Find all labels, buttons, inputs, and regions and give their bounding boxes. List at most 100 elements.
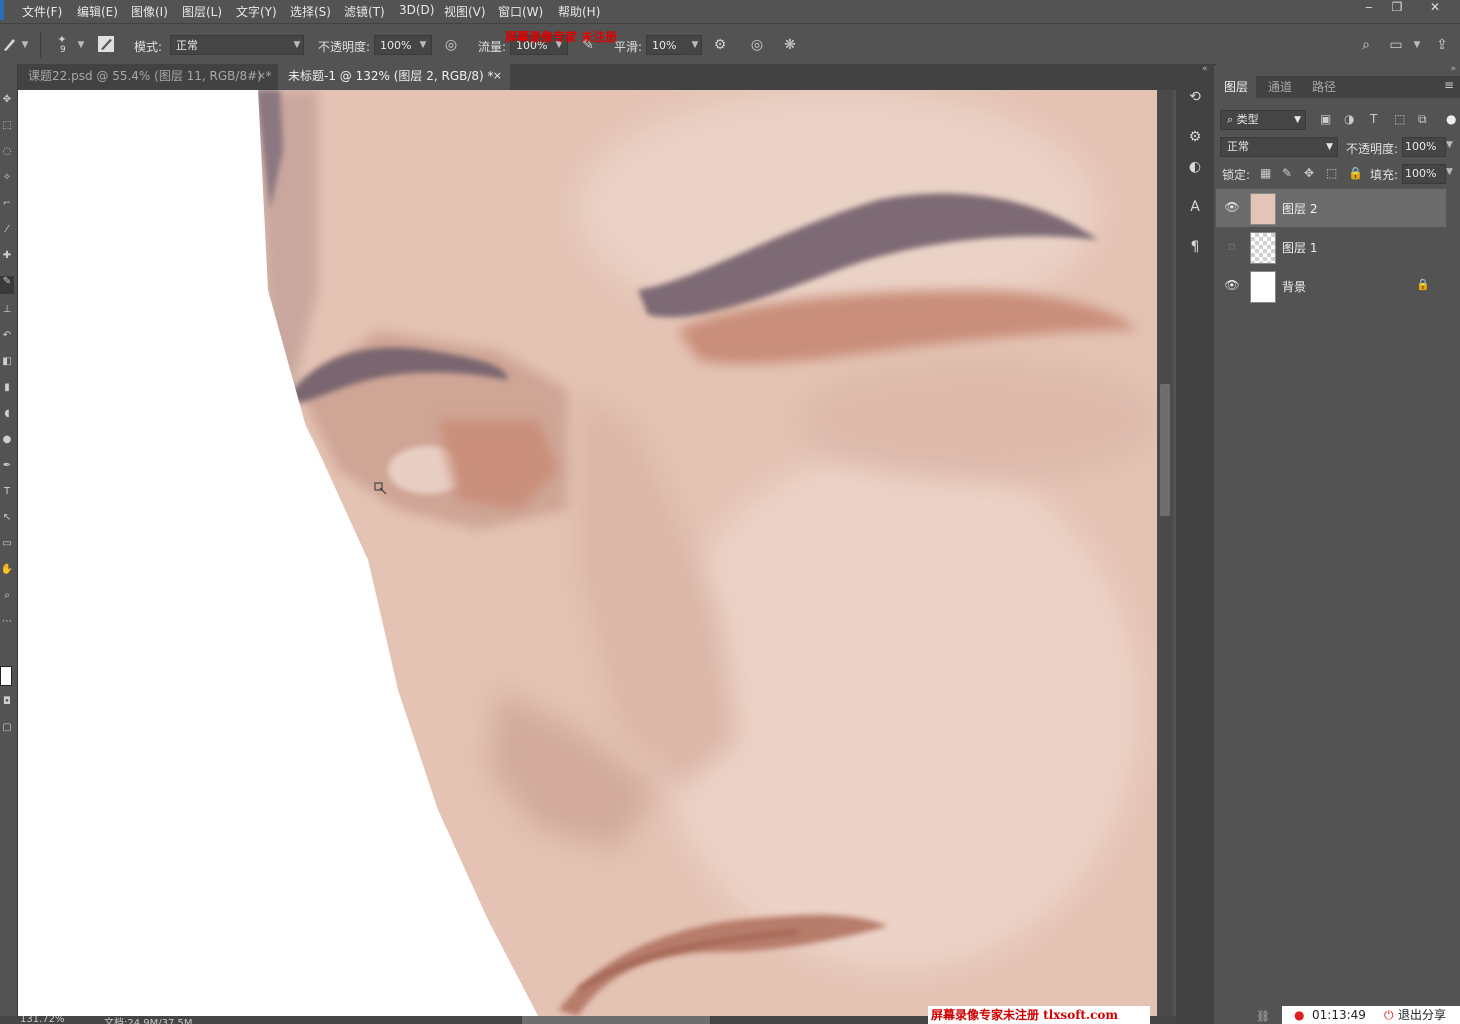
- symmetry-butterfly-icon[interactable]: ❋: [780, 35, 800, 55]
- workspace-icon[interactable]: ▭: [1386, 35, 1406, 55]
- menu-image[interactable]: 图像(I): [131, 3, 168, 20]
- brush-picker-chevron-icon[interactable]: ▼: [74, 35, 88, 55]
- menu-select[interactable]: 选择(S): [290, 3, 331, 20]
- fill-input[interactable]: 100%: [1402, 164, 1446, 184]
- shape-tool-icon[interactable]: ▭: [0, 538, 14, 556]
- paragraph-panel-icon[interactable]: ¶: [1184, 236, 1206, 258]
- tool-preset-chevron-icon[interactable]: ▼: [18, 35, 32, 55]
- eraser-tool-icon[interactable]: ◧: [0, 356, 14, 374]
- tab-document-1[interactable]: 课题22.psd @ 55.4% (图层 11, RGB/8#) * ×: [18, 64, 274, 90]
- link-layers-icon[interactable]: ⛓: [1256, 1010, 1270, 1023]
- pen-tool-icon[interactable]: ✒: [0, 460, 14, 478]
- menu-type[interactable]: 文字(Y): [236, 3, 277, 20]
- filter-smart-object-icon[interactable]: ⧉: [1418, 112, 1427, 127]
- tab-document-2[interactable]: 未标题-1 @ 132% (图层 2, RGB/8) * ×: [278, 64, 510, 90]
- lock-all-icon[interactable]: 🔒: [1348, 166, 1363, 180]
- layer-filter-select[interactable]: ⌕ 类型 ▼: [1220, 110, 1306, 130]
- share-icon[interactable]: ⇪: [1432, 35, 1452, 55]
- filter-type-icon[interactable]: T: [1370, 112, 1377, 126]
- crop-tool-icon[interactable]: ⌐: [0, 198, 14, 216]
- filter-shape-icon[interactable]: ⬚: [1394, 112, 1405, 126]
- menu-layer[interactable]: 图层(L): [182, 3, 222, 20]
- smoothing-settings-gear-icon[interactable]: ⚙: [710, 35, 730, 55]
- scrollbar-thumb[interactable]: [1160, 384, 1170, 516]
- dodge-tool-icon[interactable]: ●: [0, 434, 14, 452]
- fill-chevron-icon[interactable]: ▼: [1446, 167, 1453, 177]
- zoom-tool-icon[interactable]: ⌕: [0, 590, 14, 608]
- pressure-opacity-icon[interactable]: ◎: [441, 35, 461, 55]
- lasso-tool-icon[interactable]: ◌: [0, 146, 14, 164]
- tab-layers[interactable]: 图层: [1216, 76, 1257, 98]
- clone-stamp-tool-icon[interactable]: ⊥: [0, 304, 14, 322]
- zoom-readout[interactable]: 131.72%: [20, 1016, 65, 1024]
- layer-row[interactable]: 👁 图层 2: [1216, 189, 1446, 227]
- power-icon[interactable]: ⏻: [1384, 1006, 1394, 1024]
- filter-toggle-icon[interactable]: ●: [1446, 112, 1456, 126]
- foreground-color-swatch[interactable]: [0, 666, 12, 686]
- character-panel-icon[interactable]: A: [1184, 196, 1206, 218]
- brush-panel-toggle-icon[interactable]: [96, 35, 116, 55]
- filter-pixel-icon[interactable]: ▣: [1320, 112, 1331, 126]
- history-brush-tool-icon[interactable]: ↶: [0, 330, 14, 348]
- painting-face[interactable]: [18, 90, 1157, 1016]
- menu-filter[interactable]: 滤镜(T): [344, 3, 385, 20]
- lock-pixels-icon[interactable]: ✎: [1282, 166, 1292, 180]
- minimize-button[interactable]: ‒: [1356, 0, 1382, 18]
- adjustments-panel-icon[interactable]: ◐: [1184, 156, 1206, 178]
- close-tab-icon[interactable]: ×: [493, 64, 502, 88]
- tab-paths[interactable]: 路径: [1304, 76, 1344, 98]
- menu-3d[interactable]: 3D(D): [399, 3, 434, 17]
- layer-opacity-input[interactable]: 100%: [1402, 137, 1446, 157]
- pressure-size-icon[interactable]: ◎: [747, 35, 767, 55]
- workspace-chevron-icon[interactable]: ▼: [1410, 35, 1424, 55]
- move-tool-icon[interactable]: ✥: [0, 94, 14, 112]
- healing-tool-icon[interactable]: ✚: [0, 250, 14, 268]
- restore-button[interactable]: ❐: [1384, 0, 1410, 18]
- menu-help[interactable]: 帮助(H): [558, 3, 600, 20]
- canvas[interactable]: [18, 90, 1157, 1016]
- lock-artboard-icon[interactable]: ⬚: [1326, 166, 1337, 180]
- menu-window[interactable]: 窗口(W): [498, 3, 543, 20]
- hand-tool-icon[interactable]: ✋: [0, 564, 14, 582]
- blur-tool-icon[interactable]: ◖: [0, 408, 14, 426]
- marquee-tool-icon[interactable]: ⬚: [0, 120, 14, 138]
- lock-position-icon[interactable]: ✥: [1304, 166, 1314, 180]
- collapse-panel-icon[interactable]: «: [1202, 64, 1208, 74]
- layer-name[interactable]: 图层 2: [1282, 200, 1317, 217]
- quick-mask-icon[interactable]: ◘: [0, 696, 14, 714]
- layer-row[interactable]: ▫ 图层 1: [1216, 228, 1446, 266]
- tab-channels[interactable]: 通道: [1260, 76, 1300, 98]
- brush-tool-icon[interactable]: [0, 35, 20, 55]
- menu-edit[interactable]: 编辑(E): [77, 3, 118, 20]
- canvas-vertical-scrollbar[interactable]: [1157, 90, 1173, 1016]
- layer-name[interactable]: 背景: [1282, 278, 1306, 295]
- horizontal-scrollbar-thumb[interactable]: [522, 1016, 710, 1024]
- gradient-tool-icon[interactable]: ▮: [0, 382, 14, 400]
- close-tab-icon[interactable]: ×: [257, 64, 266, 88]
- visibility-eye-icon[interactable]: 👁: [1224, 278, 1240, 294]
- lock-transparency-icon[interactable]: ▦: [1260, 166, 1271, 180]
- path-select-tool-icon[interactable]: ↖: [0, 512, 14, 530]
- visibility-eye-icon[interactable]: 👁: [1224, 200, 1240, 216]
- panel-menu-icon[interactable]: ≡: [1444, 78, 1454, 92]
- layer-name[interactable]: 图层 1: [1282, 239, 1317, 256]
- more-tools-icon[interactable]: ⋯: [0, 616, 14, 634]
- layer-row[interactable]: 👁 背景 🔒: [1216, 267, 1446, 305]
- properties-panel-icon[interactable]: ⚙: [1184, 126, 1206, 148]
- blend-mode-select[interactable]: 正常 ▼: [1220, 137, 1338, 157]
- history-panel-icon[interactable]: ⟲: [1184, 86, 1206, 108]
- quick-select-tool-icon[interactable]: ✧: [0, 172, 14, 190]
- mode-select[interactable]: 正常: [170, 35, 304, 55]
- brush-tool-active-icon[interactable]: ✎: [0, 276, 14, 294]
- opacity-chevron-icon[interactable]: ▼: [416, 35, 430, 55]
- opacity-chevron-icon[interactable]: ▼: [1446, 140, 1453, 150]
- menu-file[interactable]: 文件(F): [22, 3, 62, 20]
- filter-adjustment-icon[interactable]: ◑: [1344, 112, 1354, 126]
- type-tool-icon[interactable]: T: [0, 486, 14, 504]
- search-icon[interactable]: ⌕: [1356, 35, 1376, 55]
- exit-share-button[interactable]: 退出分享: [1398, 1006, 1446, 1024]
- eyedropper-tool-icon[interactable]: ⁄: [0, 224, 14, 242]
- expand-panel-icon[interactable]: »: [1450, 64, 1456, 74]
- screen-mode-icon[interactable]: ▢: [0, 722, 14, 740]
- smooth-chevron-icon[interactable]: ▼: [688, 35, 702, 55]
